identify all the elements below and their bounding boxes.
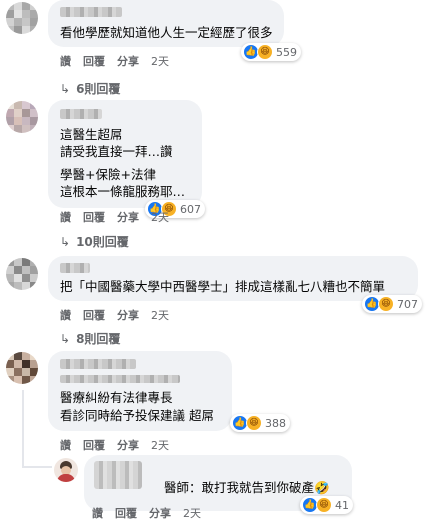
reaction-count: 607 <box>180 202 201 216</box>
haha-icon: 😆 <box>257 44 273 60</box>
comment-actions: 讚回覆 分享 2天 <box>60 307 181 323</box>
avatar[interactable] <box>54 458 78 482</box>
comment-text: 看他學歷就知道他人生一定經歷了很多 <box>60 25 273 40</box>
reply-arrow-icon: ↳ <box>60 235 71 249</box>
like-button[interactable]: 讚 <box>60 55 71 68</box>
comment-text: 學醫+保險+法律 <box>60 167 156 182</box>
reply-text: 醫師：敢打我就告到你破產🤣 <box>164 480 330 495</box>
share-button[interactable]: 分享 <box>117 211 139 224</box>
timestamp[interactable]: 2天 <box>183 507 201 520</box>
commenter-name[interactable] <box>94 461 142 489</box>
haha-icon: 😆 <box>316 497 332 513</box>
reaction-count: 388 <box>265 416 286 430</box>
reaction-summary[interactable]: 👍 😆 707 <box>362 295 422 313</box>
commenter-name[interactable] <box>60 7 122 17</box>
comment-text: 這醫生超屌 <box>60 127 123 142</box>
comment-bubble: 看他學歷就知道他人生一定經歷了很多 <box>48 0 284 47</box>
timestamp[interactable]: 2天 <box>151 439 169 452</box>
comment-text: 醫療糾紛有法律專長 <box>60 390 173 405</box>
like-button[interactable]: 讚 <box>60 211 71 224</box>
comment-text: 把「中國醫藥大學中西醫學士」排成這樣亂七八糟也不簡單 <box>60 279 386 294</box>
like-button[interactable]: 讚 <box>92 507 103 520</box>
reply-button[interactable]: 回覆 <box>115 507 137 520</box>
haha-icon: 😆 <box>246 415 262 431</box>
comment-text: 看診同時給予投保建議 超屌 <box>60 408 214 423</box>
reaction-summary[interactable]: 👍 😆 41 <box>300 496 353 514</box>
commenter-name[interactable] <box>60 359 136 369</box>
timestamp[interactable]: 2天 <box>151 211 169 224</box>
reply-arrow-icon: ↳ <box>60 82 71 96</box>
view-replies-button[interactable]: ↳ 8則回覆 <box>60 330 120 347</box>
haha-icon: 😆 <box>378 296 394 312</box>
like-button[interactable]: 讚 <box>60 439 71 452</box>
reply-button[interactable]: 回覆 <box>83 55 105 68</box>
reaction-summary[interactable]: 👍 😆 559 <box>241 43 301 61</box>
reply-button[interactable]: 回覆 <box>83 439 105 452</box>
reply-button[interactable]: 回覆 <box>83 309 105 322</box>
view-replies-button[interactable]: ↳ 6則回覆 <box>60 80 120 97</box>
share-button[interactable]: 分享 <box>117 439 139 452</box>
commenter-name[interactable] <box>60 109 102 119</box>
commenter-name[interactable] <box>60 263 90 273</box>
comment-actions: 讚回覆 分享 2天 <box>60 437 181 453</box>
timestamp[interactable]: 2天 <box>151 309 169 322</box>
share-button[interactable]: 分享 <box>117 55 139 68</box>
view-replies-button[interactable]: ↳ 10則回覆 <box>60 233 129 250</box>
comment-text: 這根本一條龍服務耶… <box>60 184 186 199</box>
avatar[interactable] <box>6 352 38 384</box>
avatar[interactable] <box>6 101 38 133</box>
reply-arrow-icon: ↳ <box>60 332 71 346</box>
avatar[interactable] <box>6 258 38 290</box>
like-button[interactable]: 讚 <box>60 309 71 322</box>
reply-button[interactable]: 回覆 <box>83 211 105 224</box>
comment-bubble: 這醫生超屌 請受我直接一拜…讚 學醫+保險+法律 這根本一條龍服務耶… <box>48 100 202 208</box>
share-button[interactable]: 分享 <box>149 507 171 520</box>
reaction-count: 707 <box>397 297 418 311</box>
timestamp[interactable]: 2天 <box>151 55 169 68</box>
reaction-summary[interactable]: 👍 😆 388 <box>230 414 290 432</box>
reaction-count: 559 <box>276 45 297 59</box>
reaction-count: 41 <box>335 498 349 512</box>
comment-text: 請受我直接一拜…讚 <box>60 144 173 159</box>
comment-bubble: 把「中國醫藥大學中西醫學士」排成這樣亂七八糟也不簡單 <box>48 256 418 301</box>
comment-actions: 讚回覆 分享 2天 <box>60 209 181 225</box>
comment-bubble: 醫療糾紛有法律專長 看診同時給予投保建議 超屌 <box>48 351 232 431</box>
commenter-badge <box>60 375 180 383</box>
comment-actions: 讚回覆 分享 2天 <box>60 53 181 69</box>
share-button[interactable]: 分享 <box>117 309 139 322</box>
thread-line <box>22 466 52 468</box>
thread-line <box>22 390 24 468</box>
reply-actions: 讚回覆 分享 2天 <box>92 505 213 521</box>
avatar[interactable] <box>6 2 38 34</box>
